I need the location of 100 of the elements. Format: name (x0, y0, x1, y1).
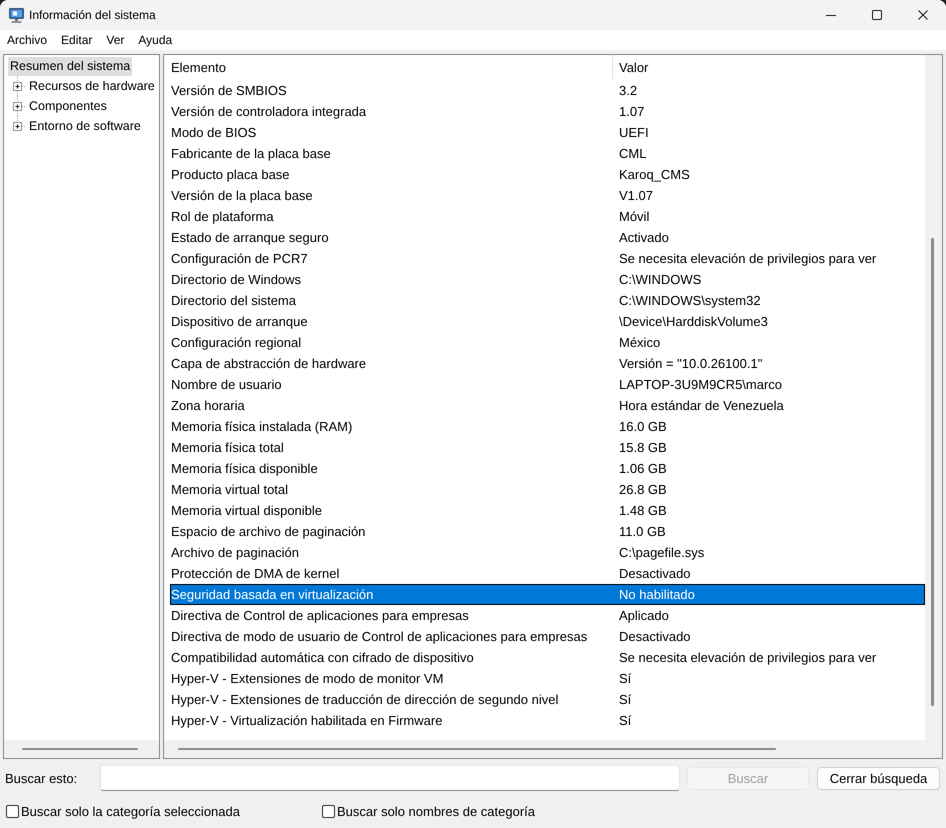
table-row[interactable]: Configuración regional México (170, 332, 925, 353)
search-field[interactable] (100, 765, 680, 791)
table-row[interactable]: Configuración de PCR7 Se necesita elevación de privilegios para ver (170, 248, 925, 269)
table-cell-text: Compatibilidad automática con cifrado de dispositivo (170, 650, 475, 665)
table-row[interactable]: Memoria física instalada (RAM) 16.0 GB (170, 416, 925, 437)
scrollbar-thumb[interactable] (931, 238, 934, 706)
table-cell-text: Sí (618, 671, 632, 686)
table-cell-text: V1.07 (618, 188, 654, 203)
table-cell-text: Sí (618, 692, 632, 707)
table-cell-text: 11.0 GB (618, 524, 667, 539)
table-row[interactable]: Producto placa base Karoq_CMS (170, 164, 925, 185)
table-cell-text: C:\WINDOWS (618, 272, 702, 287)
table-cell-text: Protección de DMA de kernel (170, 566, 340, 581)
table-row[interactable]: Versión de la placa base V1.07 (170, 185, 925, 206)
table-cell-text: Versión de la placa base (170, 188, 314, 203)
scrollbar-thumb[interactable] (178, 748, 776, 750)
table-row[interactable]: Rol de plataforma Móvil (170, 206, 925, 227)
table-row[interactable]: Memoria virtual disponible 1.48 GB (170, 500, 925, 521)
table-row[interactable]: Dispositivo de arranque \Device\HarddiskVolume3 (170, 311, 925, 332)
table-row[interactable]: Directorio del sistema C:\WINDOWS\system32 (170, 290, 925, 311)
table-row[interactable]: Fabricante de la placa base CML (170, 143, 925, 164)
table-row[interactable]: Hyper-V - Virtualización habilitada en Firmware Sí (170, 710, 925, 731)
menu-item[interactable]: Ayuda (131, 31, 180, 49)
menu-item[interactable]: Ver (99, 31, 132, 49)
table-cell-text: Configuración de PCR7 (170, 251, 309, 266)
table-cell-text: UEFI (618, 125, 650, 140)
search-label: Buscar esto: (5, 770, 78, 786)
maximize-icon[interactable] (872, 10, 882, 20)
table-cell-text: CML (618, 146, 648, 161)
table-row[interactable]: Espacio de archivo de paginación 11.0 GB (170, 521, 925, 542)
table-cell-text: 1.06 GB (618, 461, 668, 476)
table-cell-text: Versión = "10.0.26100.1" (618, 356, 764, 371)
table-row[interactable]: Directorio de Windows C:\WINDOWS (170, 269, 925, 290)
table-cell-text: 16.0 GB (618, 419, 668, 434)
table-cell-text: Fabricante de la placa base (170, 146, 332, 161)
table-row[interactable]: Directiva de modo de usuario de Control de aplicaciones para empresas Desactivado (170, 626, 925, 647)
table-cell-text: Memoria física instalada (RAM) (170, 419, 354, 434)
table-cell-text: Configuración regional (170, 335, 302, 350)
table-row[interactable]: Modo de BIOS UEFI (170, 122, 925, 143)
close-search-button[interactable]: Cerrar búsqueda (817, 766, 940, 790)
scrollbar-thumb[interactable] (22, 748, 138, 750)
table-row[interactable]: Hyper-V - Extensiones de modo de monitor VM Sí (170, 668, 925, 689)
table-cell-text: Karoq_CMS (618, 167, 691, 182)
table-cell-text: 3.2 (618, 83, 638, 98)
table-row[interactable]: Versión de SMBIOS 3.2 (170, 80, 925, 101)
checkbox-label[interactable]: Buscar solo nombres de categoría (337, 804, 535, 818)
table-cell-text: Se necesita elevación de privilegios para ver (618, 251, 878, 266)
table-cell-text: 1.07 (618, 104, 646, 119)
menu-item[interactable]: Archivo (0, 31, 54, 49)
tree-item[interactable]: Entorno de software (27, 116, 143, 136)
table-cell-text: Producto placa base (170, 167, 291, 182)
table-cell-text: 1.48 GB (618, 503, 668, 518)
table-cell-text: Hyper-V - Extensiones de modo de monitor VM (170, 671, 444, 686)
table-cell-text: Hyper-V - Virtualización habilitada en Firmware (170, 713, 444, 728)
checkbox[interactable] (322, 804, 335, 818)
table-cell-text: Seguridad basada en virtualización (170, 587, 374, 602)
table-cell-text: 15.8 GB (618, 440, 668, 455)
menu-item[interactable]: Editar (54, 31, 100, 49)
table-cell-text: Memoria virtual total (170, 482, 290, 497)
table-cell-text: Hyper-V - Extensiones de traducción de dirección de segundo nivel (170, 692, 560, 707)
table-cell-text: Directorio del sistema (170, 293, 297, 308)
table-row[interactable]: Nombre de usuario LAPTOP-3U9M9CR5\marco (170, 374, 925, 395)
table-cell-text: Desactivado (618, 566, 692, 581)
tree-item[interactable]: Resumen del sistema (8, 56, 132, 76)
table-row[interactable]: Zona horaria Hora estándar de Venezuela (170, 395, 925, 416)
table-row[interactable]: Archivo de paginación C:\pagefile.sys (170, 542, 925, 563)
checkbox[interactable] (6, 804, 19, 818)
table-cell-text: Versión de controladora integrada (170, 104, 368, 119)
table-row[interactable]: Compatibilidad automática con cifrado de dispositivo Se necesita elevación de privilegios para ver (170, 647, 925, 668)
close-icon[interactable] (918, 10, 928, 20)
table-row[interactable]: Protección de DMA de kernel Desactivado (170, 563, 925, 584)
tree-item[interactable]: Componentes (27, 96, 109, 116)
table-cell-text: \Device\HarddiskVolume3 (618, 314, 769, 329)
table-cell-text: Nombre de usuario (170, 377, 283, 392)
table-cell-text: Desactivado (618, 629, 692, 644)
table-row[interactable]: Hyper-V - Extensiones de traducción de dirección de segundo nivel Sí (170, 689, 925, 710)
table-cell-text: Directiva de Control de aplicaciones para empresas (170, 608, 470, 623)
monitor-icon (9, 8, 24, 22)
table-cell-text: Sí (618, 713, 632, 728)
column-header[interactable]: Elemento (170, 55, 612, 80)
minimize-icon[interactable] (826, 14, 836, 16)
table-row[interactable]: Memoria física total 15.8 GB (170, 437, 925, 458)
tree-item[interactable]: Recursos de hardware (27, 76, 157, 96)
table-row[interactable]: Capa de abstracción de hardware Versión = "10.0.26100.1" (170, 353, 925, 374)
table-cell-text: LAPTOP-3U9M9CR5\marco (618, 377, 784, 392)
table-cell-text: México (618, 335, 662, 350)
checkbox-label[interactable]: Buscar solo la categoría seleccionada (21, 804, 240, 818)
table-cell-text: Rol de plataforma (170, 209, 275, 224)
table-cell-text: Archivo de paginación (170, 545, 300, 560)
table-cell-text: Directiva de modo de usuario de Control de aplicaciones para empresas (170, 629, 588, 644)
table-row[interactable]: Memoria virtual total 26.8 GB (170, 479, 925, 500)
table-row[interactable]: Estado de arranque seguro Activado (170, 227, 925, 248)
table-row[interactable]: Memoria física disponible 1.06 GB (170, 458, 925, 479)
table-cell-text: Capa de abstracción de hardware (170, 356, 368, 371)
table-row[interactable]: Versión de controladora integrada 1.07 (170, 101, 925, 122)
table-cell-text: Se necesita elevación de privilegios para ver (618, 650, 878, 665)
table-cell-text: Memoria virtual disponible (170, 503, 324, 518)
table-cell-text: Espacio de archivo de paginación (170, 524, 366, 539)
table-row[interactable]: Directiva de Control de aplicaciones para empresas Aplicado (170, 605, 925, 626)
table-row[interactable]: Seguridad basada en virtualización No habilitado (170, 584, 925, 605)
